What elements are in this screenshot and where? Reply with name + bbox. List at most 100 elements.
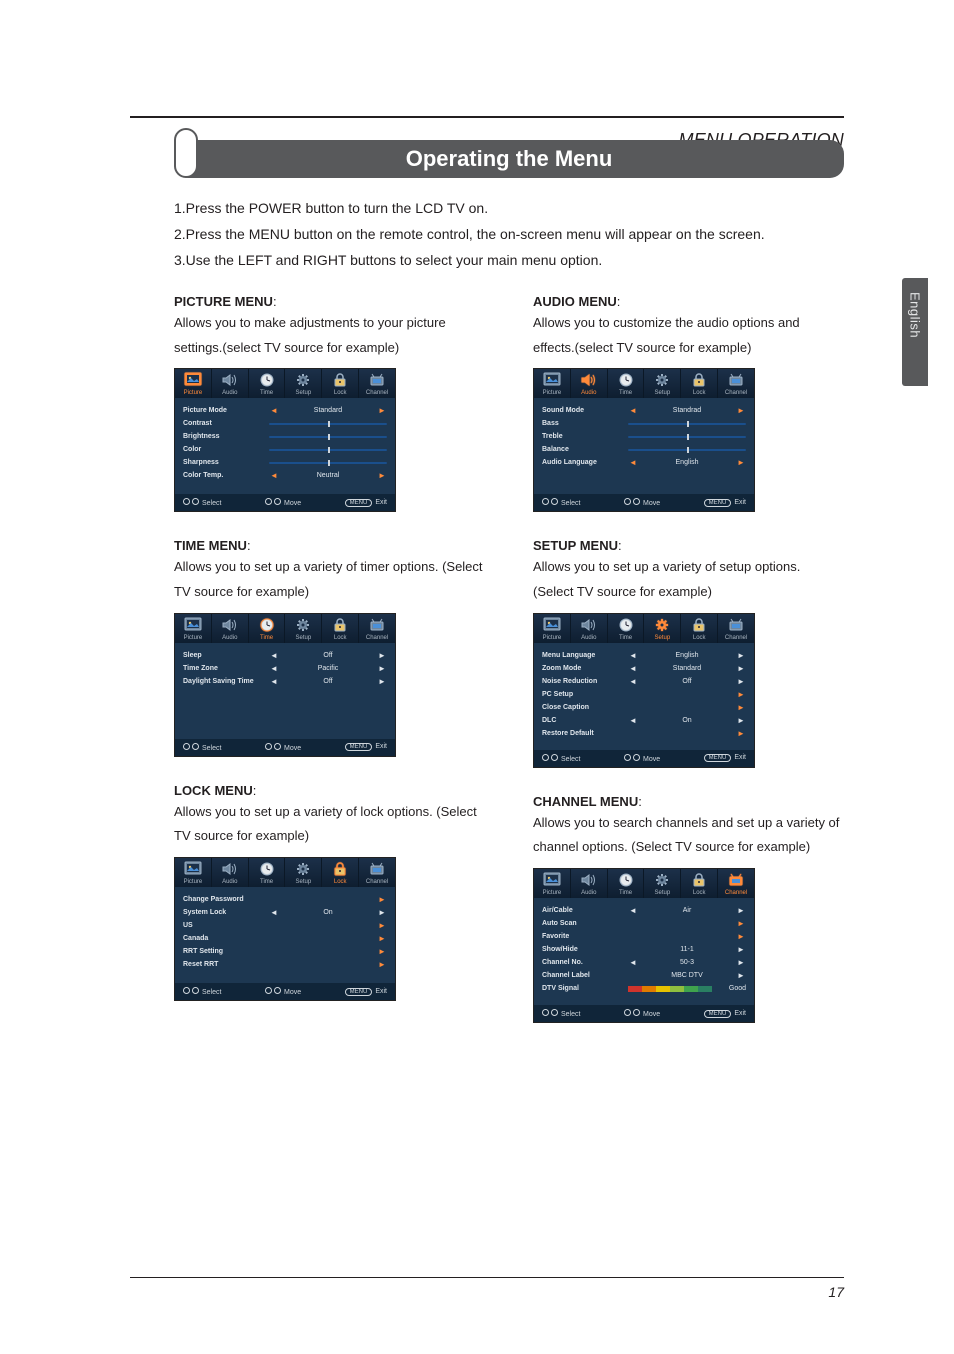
osd-tab-audio[interactable]: Audio	[212, 369, 249, 398]
osd-tab-setup[interactable]: Setup	[644, 369, 681, 398]
osd-tab-channel[interactable]: Channel	[359, 858, 395, 887]
osd-tab-channel[interactable]: Channel	[718, 614, 754, 643]
osd-row[interactable]: Show/Hide11-1►	[542, 943, 746, 956]
osd-row[interactable]: RRT Setting►	[183, 945, 387, 958]
osd-tab-audio[interactable]: Audio	[571, 869, 608, 898]
osd-row[interactable]: PC Setup►	[542, 688, 746, 701]
osd-row[interactable]: Color	[183, 443, 387, 456]
title-bar: Operating the Menu	[130, 140, 844, 178]
osd-row[interactable]: Contrast	[183, 417, 387, 430]
menu-desc-lock: Allows you to set up a variety of lock o…	[174, 800, 485, 849]
osd-row[interactable]: Sleep◄Off►	[183, 649, 387, 662]
osd-row[interactable]: Balance	[542, 443, 746, 456]
osd-audio: PictureAudioTimeSetupLockChannel Sound Mo…	[533, 368, 755, 512]
osd-tab-setup[interactable]: Setup	[644, 869, 681, 898]
osd-tab-audio[interactable]: Audio	[571, 369, 608, 398]
osd-row[interactable]: Treble	[542, 430, 746, 443]
osd-row[interactable]: Sound Mode◄Standrad►	[542, 404, 746, 417]
osd-row[interactable]: Daylight Saving Time◄Off►	[183, 675, 387, 688]
osd-footer: SelectMoveMENUExit	[534, 1005, 754, 1022]
osd-tab-time[interactable]: Time	[249, 614, 286, 643]
menu-desc-picture: Allows you to make adjustments to your p…	[174, 311, 485, 360]
osd-tab-setup[interactable]: Setup	[644, 614, 681, 643]
osd-tab-time[interactable]: Time	[608, 614, 645, 643]
osd-tab-picture[interactable]: Picture	[534, 614, 571, 643]
osd-row[interactable]: Picture Mode◄Standard►	[183, 404, 387, 417]
osd-tab-audio[interactable]: Audio	[212, 614, 249, 643]
osd-row[interactable]: System Lock◄On►	[183, 906, 387, 919]
osd-row[interactable]: Favorite►	[542, 930, 746, 943]
osd-footer: SelectMoveMENUExit	[175, 739, 395, 756]
osd-tab-picture[interactable]: Picture	[534, 369, 571, 398]
osd-tabs: PictureAudioTimeSetupLockChannel	[175, 858, 395, 887]
osd-footer: SelectMoveMENUExit	[175, 494, 395, 511]
osd-tab-picture[interactable]: Picture	[534, 869, 571, 898]
audio-icon	[212, 371, 248, 389]
osd-tab-channel[interactable]: Channel	[359, 369, 395, 398]
osd-tab-lock[interactable]: Lock	[681, 614, 718, 643]
osd-tab-lock[interactable]: Lock	[322, 858, 359, 887]
osd-row[interactable]: Bass	[542, 417, 746, 430]
osd-row[interactable]: Menu Language◄English►	[542, 649, 746, 662]
osd-setup: PictureAudioTimeSetupLockChannel Menu Lan…	[533, 613, 755, 768]
osd-tab-picture[interactable]: Picture	[175, 369, 212, 398]
osd-row[interactable]: Auto Scan►	[542, 917, 746, 930]
osd-tab-picture[interactable]: Picture	[175, 614, 212, 643]
osd-tab-setup[interactable]: Setup	[285, 369, 322, 398]
osd-row[interactable]: Air/Cable◄Air►	[542, 904, 746, 917]
time-icon	[608, 871, 644, 889]
osd-tab-channel[interactable]: Channel	[718, 869, 754, 898]
menu-desc-audio: Allows you to customize the audio option…	[533, 311, 844, 360]
menu-title-picture: PICTURE MENU:	[174, 294, 485, 309]
menu-desc-channel: Allows you to search channels and set up…	[533, 811, 844, 860]
osd-row[interactable]: Time Zone◄Pacific►	[183, 662, 387, 675]
time-icon	[249, 371, 285, 389]
osd-row[interactable]: Close Caption►	[542, 701, 746, 714]
time-icon	[608, 616, 644, 634]
osd-row[interactable]: US►	[183, 919, 387, 932]
osd-tab-time[interactable]: Time	[249, 858, 286, 887]
osd-tab-channel[interactable]: Channel	[359, 614, 395, 643]
osd-row[interactable]: DLC◄On►	[542, 714, 746, 727]
osd-tab-lock[interactable]: Lock	[681, 869, 718, 898]
menu-title-time: TIME MENU:	[174, 538, 485, 553]
osd-row[interactable]: Audio Language◄English►	[542, 456, 746, 469]
osd-row[interactable]: Channel LabelMBC DTV►	[542, 969, 746, 982]
osd-tab-setup[interactable]: Setup	[285, 614, 322, 643]
osd-tab-time[interactable]: Time	[249, 369, 286, 398]
osd-tab-lock[interactable]: Lock	[322, 614, 359, 643]
osd-row[interactable]: Reset RRT►	[183, 958, 387, 971]
osd-row[interactable]: Restore Default►	[542, 727, 746, 740]
channel-icon	[718, 616, 754, 634]
page-number: 17	[828, 1284, 844, 1300]
osd-row[interactable]: Zoom Mode◄Standard►	[542, 662, 746, 675]
osd-row[interactable]: Sharpness	[183, 456, 387, 469]
osd-tab-time[interactable]: Time	[608, 369, 645, 398]
osd-row[interactable]: Noise Reduction◄Off►	[542, 675, 746, 688]
osd-tab-time[interactable]: Time	[608, 869, 645, 898]
osd-row[interactable]: Channel No.◄50-3►	[542, 956, 746, 969]
osd-tab-setup[interactable]: Setup	[285, 858, 322, 887]
audio-icon	[571, 371, 607, 389]
channel-icon	[718, 371, 754, 389]
osd-row[interactable]: Color Temp.◄Neutral►	[183, 469, 387, 482]
header-rule	[130, 116, 844, 118]
osd-tab-lock[interactable]: Lock	[681, 369, 718, 398]
picture-icon	[534, 871, 570, 889]
title-ornament	[174, 128, 198, 178]
intro-step-2: 2.Press the MENU button on the remote co…	[174, 226, 800, 242]
osd-row[interactable]: Change Password►	[183, 893, 387, 906]
audio-icon	[212, 860, 248, 878]
setup-icon	[644, 616, 680, 634]
osd-tab-audio[interactable]: Audio	[571, 614, 608, 643]
intro-step-3: 3.Use the LEFT and RIGHT buttons to sele…	[174, 252, 800, 268]
osd-row[interactable]: Canada►	[183, 932, 387, 945]
channel-icon	[359, 371, 395, 389]
intro-step-1: 1.Press the POWER button to turn the LCD…	[174, 200, 800, 216]
osd-tab-channel[interactable]: Channel	[718, 369, 754, 398]
osd-tab-lock[interactable]: Lock	[322, 369, 359, 398]
picture-icon	[175, 616, 211, 634]
osd-row[interactable]: Brightness	[183, 430, 387, 443]
osd-tab-picture[interactable]: Picture	[175, 858, 212, 887]
osd-tab-audio[interactable]: Audio	[212, 858, 249, 887]
